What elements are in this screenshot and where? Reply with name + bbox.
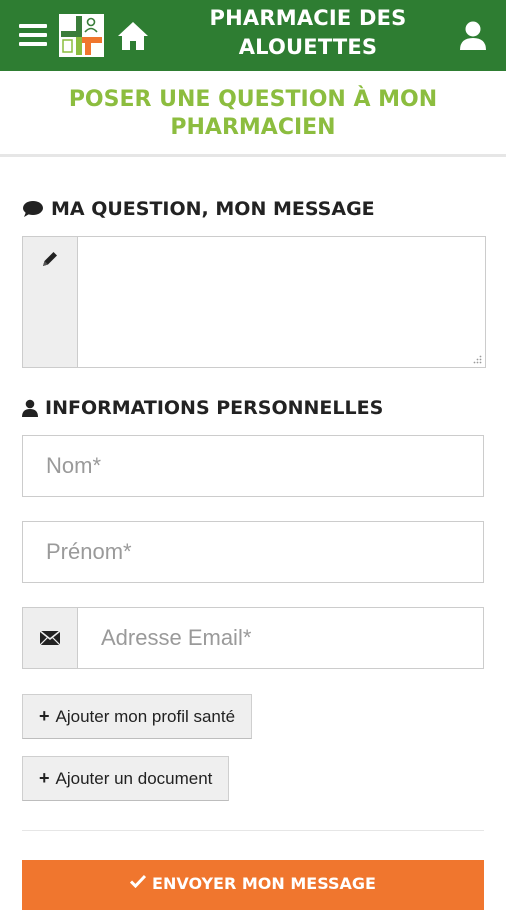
add-health-profile-button[interactable]: + Ajouter mon profil santé: [22, 694, 253, 739]
divider: [22, 830, 484, 831]
plus-icon: +: [39, 768, 50, 788]
top-bar: PHARMACIE DES ALOUETTES: [0, 0, 506, 71]
hamburger-menu-icon[interactable]: [19, 24, 47, 48]
user-icon: [22, 399, 38, 417]
add-health-profile-label: Ajouter mon profil santé: [55, 706, 236, 726]
user-account-icon[interactable]: [458, 20, 488, 52]
message-section-title: MA QUESTION, MON MESSAGE: [51, 198, 375, 220]
pencil-addon: [23, 237, 78, 367]
add-document-label: Ajouter un document: [55, 768, 213, 788]
speech-bubble-icon: [23, 201, 43, 217]
message-section-heading: MA QUESTION, MON MESSAGE: [22, 198, 375, 220]
nom-input[interactable]: [23, 436, 483, 496]
checkmark-icon: [130, 874, 147, 888]
home-icon[interactable]: [116, 20, 150, 52]
resize-grip-icon[interactable]: [472, 354, 482, 364]
email-addon: [23, 608, 78, 668]
app-title: PHARMACIE DES ALOUETTES: [209, 6, 407, 59]
pencil-icon: [43, 252, 57, 266]
plus-icon: +: [39, 706, 50, 726]
pharmacy-logo-icon: [59, 14, 104, 57]
send-message-label: ENVOYER MON MESSAGE: [152, 874, 376, 893]
personal-section-title: INFORMATIONS PERSONNELLES: [45, 397, 384, 419]
nom-field: [22, 435, 484, 497]
page-header: POSER UNE QUESTION À MON PHARMACIEN: [0, 71, 506, 157]
envelope-icon: [40, 631, 60, 645]
prenom-field: [22, 521, 484, 583]
page-title: POSER UNE QUESTION À MON PHARMACIEN: [68, 87, 438, 140]
email-field: [22, 607, 484, 669]
personal-section-heading: INFORMATIONS PERSONNELLES: [22, 397, 383, 419]
prenom-input[interactable]: [23, 522, 483, 582]
message-textarea[interactable]: [78, 237, 485, 367]
send-message-button[interactable]: ENVOYER MON MESSAGE: [22, 860, 484, 910]
email-input[interactable]: [78, 608, 483, 668]
add-document-button[interactable]: + Ajouter un document: [22, 756, 230, 801]
message-textarea-group: [22, 236, 486, 368]
